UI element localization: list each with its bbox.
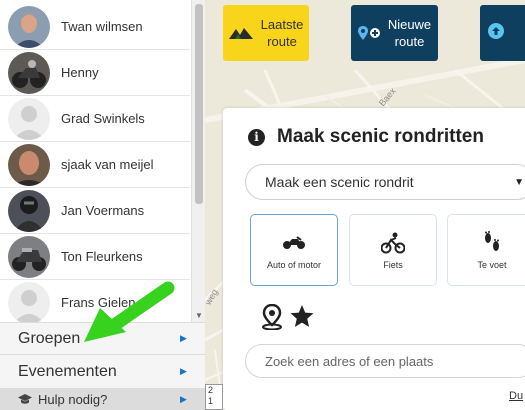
- friend-item-sjaak-van-meijel[interactable]: sjaak van meijel: [0, 142, 190, 188]
- last-route-label: Laatste route: [260, 17, 304, 49]
- friend-name: Jan Voermans: [61, 203, 145, 218]
- panel-title-text: Maak scenic rondritten: [277, 126, 484, 147]
- chevron-right-icon: ▶: [180, 333, 187, 343]
- friend-name: Henny: [61, 65, 99, 80]
- avatar: [8, 189, 50, 232]
- map-pin-plus-icon: [357, 26, 380, 40]
- menu-help-label: Hulp nodig?: [38, 391, 108, 407]
- motorcycle-icon: [282, 230, 306, 256]
- mode-walking-button[interactable]: Te voet: [447, 214, 525, 286]
- route-type-select-value: Maak een scenic rondrit: [265, 174, 414, 190]
- menu-item-help[interactable]: Hulp nodig? ▶: [0, 388, 205, 410]
- info-icon[interactable]: i: [248, 128, 265, 146]
- avatar: [8, 5, 50, 48]
- chevron-down-icon: ▼: [514, 177, 524, 188]
- bottom-link[interactable]: Du: [509, 390, 523, 402]
- avatar: [8, 143, 50, 186]
- avatar: [8, 97, 50, 140]
- new-route-button[interactable]: Nieuwe route: [351, 5, 438, 61]
- friends-list: Twan wilmsen Henny Grad Swinkels sjaak v…: [0, 0, 190, 322]
- new-route-label: Nieuwe route: [387, 17, 432, 49]
- location-pin-icon[interactable]: [261, 303, 283, 335]
- mode-bicycle-label: Fiets: [383, 260, 403, 270]
- map-scale: 2 1: [205, 384, 223, 410]
- address-search-input[interactable]: [245, 344, 525, 378]
- friend-item-henny[interactable]: Henny: [0, 50, 190, 96]
- scroll-down-icon[interactable]: ▼: [195, 311, 203, 320]
- scenic-route-panel: i Maak scenic rondritten Maak een scenic…: [223, 108, 525, 410]
- avatar: [8, 235, 50, 278]
- bicycle-icon: [381, 230, 405, 256]
- friend-item-jan-voermans[interactable]: Jan Voermans: [0, 188, 190, 234]
- friend-name: sjaak van meijel: [61, 157, 154, 172]
- friends-scrollbar[interactable]: ▼: [191, 0, 205, 322]
- friend-item-twan-wilmsen[interactable]: Twan wilmsen: [0, 4, 190, 50]
- friend-item-ton-fleurkens[interactable]: Ton Fleurkens: [0, 234, 190, 280]
- menu-item-events[interactable]: Evenementen ▶: [0, 354, 205, 388]
- avatar: [8, 51, 50, 94]
- green-annotation-arrow-icon: [84, 281, 175, 342]
- mountain-icon: [228, 26, 253, 40]
- graduation-cap-icon: [18, 393, 32, 405]
- friend-name: Twan wilmsen: [61, 19, 143, 34]
- friend-name: Grad Swinkels: [61, 111, 145, 126]
- avatar: [8, 281, 50, 322]
- scrollbar-thumb[interactable]: [195, 4, 203, 204]
- panel-title: i Maak scenic rondritten: [248, 126, 484, 148]
- menu-events-label: Evenementen: [18, 362, 117, 380]
- star-icon[interactable]: [289, 304, 315, 333]
- upload-route-button[interactable]: [480, 5, 525, 61]
- mode-car-motorcycle-button[interactable]: Auto of motor: [250, 214, 338, 286]
- last-route-button[interactable]: Laatste route: [223, 5, 309, 61]
- friend-item-grad-swinkels[interactable]: Grad Swinkels: [0, 96, 190, 142]
- mode-walking-label: Te voet: [477, 260, 507, 270]
- friend-name: Ton Fleurkens: [61, 249, 143, 264]
- chevron-right-icon: ▶: [180, 366, 187, 376]
- chevron-right-icon: ▶: [180, 393, 187, 404]
- route-type-select[interactable]: Maak een scenic rondrit ▼: [245, 164, 525, 200]
- footsteps-icon: [483, 230, 501, 256]
- upload-icon: [488, 23, 504, 43]
- mode-bicycle-button[interactable]: Fiets: [349, 214, 437, 286]
- mode-car-label: Auto of motor: [266, 260, 322, 270]
